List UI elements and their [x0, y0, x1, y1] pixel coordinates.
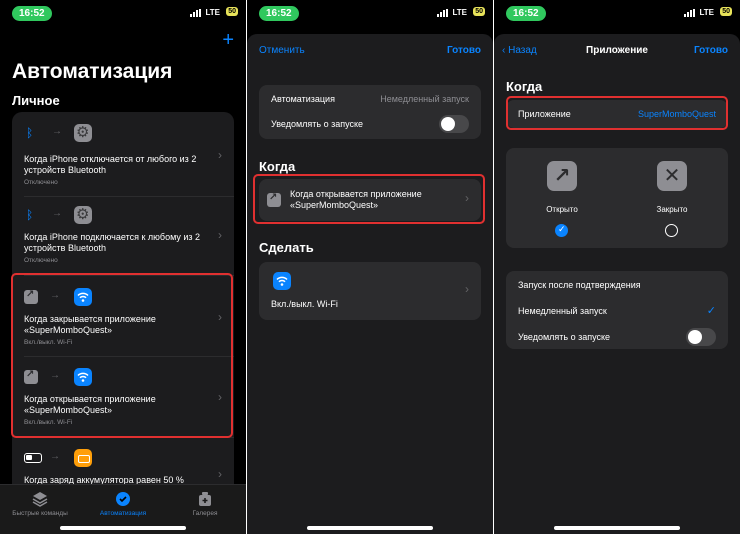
automation-subtitle: Отключено	[24, 257, 58, 264]
closed-radio[interactable]	[665, 224, 678, 237]
when-header: Когда	[506, 79, 543, 94]
chevron-right-icon: ›	[218, 467, 222, 481]
tab-gallery[interactable]: Галерея	[165, 491, 245, 517]
automation-list-screen: 16:52 LTE 50 + Автоматизация Личное ᛒ → …	[0, 0, 246, 534]
add-automation-button[interactable]: +	[222, 30, 234, 50]
done-button[interactable]: Готово	[447, 45, 481, 56]
layers-icon	[32, 492, 48, 507]
automation-title: Когда iPhone подключается к любому из 2 …	[24, 232, 201, 253]
gallery-icon	[199, 492, 211, 506]
network-type: LTE	[699, 8, 714, 17]
edit-automation-screen: 16:52 LTE 50 Отменить Готово Автоматизац…	[247, 0, 493, 534]
battery-badge: 50	[473, 7, 485, 16]
bluetooth-icon: ᛒ	[26, 126, 34, 140]
wifi-icon	[273, 272, 291, 290]
divider	[271, 111, 481, 112]
option-immediate[interactable]: Немедленный запуск	[518, 306, 607, 316]
clock-check-icon	[116, 492, 130, 506]
status-bar: 16:52 LTE 50	[0, 5, 246, 21]
signal-icon	[437, 9, 449, 17]
cancel-button[interactable]: Отменить	[259, 45, 305, 56]
checkmark-icon: ✓	[706, 305, 716, 317]
closed-label: Закрыто	[656, 205, 688, 214]
option-confirm[interactable]: Запуск после подтверждения	[518, 280, 641, 290]
list-item[interactable]: ᛒ → Когда iPhone отключается от любого и…	[12, 123, 234, 204]
divider	[518, 322, 728, 323]
when-header: Когда	[259, 159, 296, 174]
home-indicator	[554, 526, 680, 530]
edit-sheet: Отменить Готово Автоматизация Немедленны…	[247, 34, 493, 534]
automation-title: Когда iPhone отключается от любого из 2 …	[24, 154, 197, 175]
arrow-right-icon: →	[50, 451, 60, 462]
run-options-card: Запуск после подтверждения Немедленный з…	[506, 271, 728, 349]
tab-bar: Быстрые команды Автоматизация Галерея	[0, 484, 246, 534]
bluetooth-icon: ᛒ	[26, 208, 34, 222]
list-item[interactable]: ᛒ → Когда iPhone подключается к любому и…	[12, 205, 234, 276]
highlight-box	[11, 273, 233, 438]
highlight-box	[253, 174, 485, 224]
section-personal: Личное	[12, 93, 60, 108]
done-button[interactable]: Готово	[694, 45, 728, 56]
arrow-right-icon: →	[52, 126, 62, 137]
closed-icon[interactable]: ✕	[657, 161, 687, 191]
notify-toggle[interactable]	[686, 328, 716, 346]
chevron-right-icon: ›	[218, 228, 222, 242]
chevron-right-icon: ›	[218, 148, 222, 162]
battery-badge: 50	[226, 7, 238, 16]
network-type: LTE	[452, 8, 467, 17]
divider	[24, 196, 234, 197]
status-time: 16:52	[12, 6, 52, 21]
do-header: Сделать	[259, 240, 314, 255]
battery-icon	[24, 453, 42, 463]
home-indicator	[307, 526, 433, 530]
signal-icon	[190, 9, 202, 17]
option-notify: Уведомлять о запуске	[518, 332, 611, 342]
status-bar: 16:52 LTE 50	[247, 5, 493, 21]
chevron-right-icon: ›	[465, 282, 469, 296]
action-card[interactable]: Вкл./выкл. Wi-Fi ›	[259, 262, 481, 320]
notify-label: Уведомлять о запуске	[271, 119, 364, 129]
opened-radio[interactable]	[555, 224, 568, 237]
status-bar: 16:52 LTE 50	[494, 5, 740, 21]
notify-toggle[interactable]	[439, 115, 469, 133]
home-indicator	[60, 526, 186, 530]
state-card: ↗ Открыто ✕ Закрыто	[506, 148, 728, 248]
divider	[518, 296, 728, 297]
app-trigger-screen: 16:52 LTE 50 ‹ Назад Приложение Готово К…	[494, 0, 740, 534]
action-label: Вкл./выкл. Wi-Fi	[271, 299, 338, 309]
highlight-box	[506, 96, 728, 130]
status-time: 16:52	[506, 6, 546, 21]
signal-icon	[684, 9, 696, 17]
arrow-right-icon: →	[52, 208, 62, 219]
tab-automation[interactable]: Автоматизация	[83, 491, 163, 517]
opened-icon[interactable]: ↗	[547, 161, 577, 191]
automation-mode-select[interactable]: Немедленный запуск	[380, 94, 469, 104]
automation-mode-label: Автоматизация	[271, 94, 335, 104]
opened-label: Открыто	[546, 205, 578, 214]
settings-card: Автоматизация Немедленный запуск Уведомл…	[259, 85, 481, 139]
settings-icon	[74, 205, 92, 224]
tab-shortcuts[interactable]: Быстрые команды	[0, 491, 80, 517]
trigger-sheet: ‹ Назад Приложение Готово Когда Приложен…	[494, 34, 740, 534]
network-type: LTE	[205, 8, 220, 17]
page-title: Автоматизация	[12, 60, 173, 83]
automation-subtitle: Отключено	[24, 179, 58, 186]
settings-icon	[74, 123, 92, 142]
low-power-icon	[74, 449, 92, 467]
status-time: 16:52	[259, 6, 299, 21]
battery-badge: 50	[720, 7, 732, 16]
